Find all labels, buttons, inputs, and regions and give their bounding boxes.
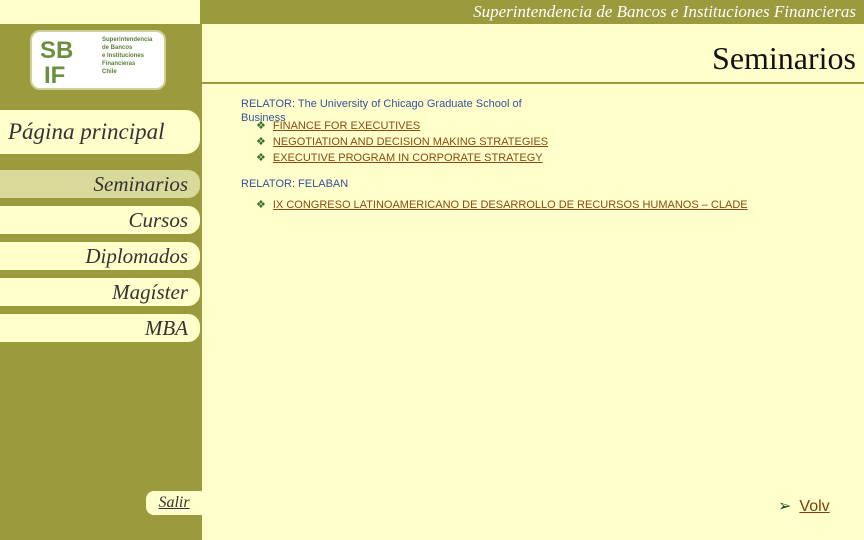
arrow-right-icon: ➢ bbox=[778, 498, 792, 515]
title-divider bbox=[202, 82, 864, 84]
seminar-link[interactable]: IX CONGRESO LATINOAMERICANO DE DESARROLL… bbox=[273, 199, 748, 211]
footer-strip bbox=[202, 518, 864, 540]
top-bar: Superintendencia de Bancos e Institucion… bbox=[0, 0, 864, 24]
salir-link[interactable]: Salir bbox=[146, 491, 202, 515]
top-bar-left-gap bbox=[0, 0, 200, 24]
volver-link[interactable]: ➢ Volv bbox=[778, 496, 830, 516]
nav-magister[interactable]: Magíster bbox=[0, 278, 200, 306]
logo-caption: Superintendencia de Bancos e Institucion… bbox=[102, 37, 153, 75]
list-item: ❖ NEGOTIATION AND DECISION MAKING STRATEG… bbox=[256, 135, 548, 149]
list-item: ❖ FINANCE FOR EXECUTIVES bbox=[256, 119, 420, 133]
org-name: Superintendencia de Bancos e Institucion… bbox=[473, 2, 856, 21]
diamond-bullet-icon: ❖ bbox=[256, 120, 266, 132]
diamond-bullet-icon: ❖ bbox=[256, 152, 266, 164]
svg-text:SB: SB bbox=[40, 37, 73, 64]
list-item: ❖ EXECUTIVE PROGRAM IN CORPORATE STRATEGY bbox=[256, 151, 543, 165]
nav-diplomados[interactable]: Diplomados bbox=[0, 242, 200, 270]
nav-cursos[interactable]: Cursos bbox=[0, 206, 200, 234]
nav-seminarios[interactable]: Seminarios bbox=[0, 170, 200, 198]
volver-label[interactable]: Volv bbox=[799, 498, 829, 515]
sbif-logo[interactable]: SB IF Superintendencia de Bancos e Insti… bbox=[30, 30, 166, 90]
seminar-link[interactable]: FINANCE FOR EXECUTIVES bbox=[273, 120, 420, 132]
svg-text:IF: IF bbox=[44, 62, 65, 86]
diamond-bullet-icon: ❖ bbox=[256, 199, 266, 211]
page-title: Seminarios bbox=[712, 40, 856, 76]
nav-mba[interactable]: MBA bbox=[0, 314, 200, 342]
relator-label: RELATOR: FELABAN bbox=[241, 178, 349, 190]
seminar-link[interactable]: EXECUTIVE PROGRAM IN CORPORATE STRATEGY bbox=[273, 152, 543, 164]
sbif-logo-mark: SB IF bbox=[40, 37, 73, 86]
seminar-link[interactable]: NEGOTIATION AND DECISION MAKING STRATEGI… bbox=[273, 136, 548, 148]
nav-pagina-principal[interactable]: Página principal bbox=[0, 110, 200, 154]
list-item: ❖ IX CONGRESO LATINOAMERICANO DE DESARROL… bbox=[256, 198, 748, 212]
diamond-bullet-icon: ❖ bbox=[256, 136, 266, 148]
